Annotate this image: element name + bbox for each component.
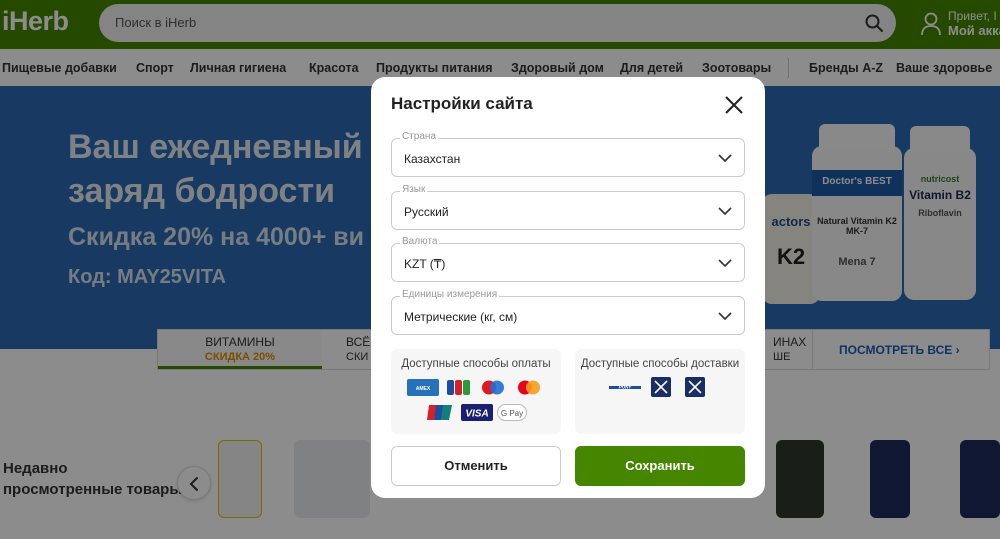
google-pay-icon: G Pay (497, 404, 527, 421)
units-value: Метрические (кг, см) (404, 310, 518, 324)
visa-icon: VISA (461, 404, 493, 421)
currency-select[interactable]: Валюта KZT (₸) (391, 236, 745, 282)
emex-icon (685, 377, 705, 397)
chevron-down-icon (718, 259, 732, 268)
pony-express-icon: PONY (609, 379, 641, 396)
cancel-button[interactable]: Отменить (391, 446, 561, 486)
delivery-methods-title: Доступные способы доставки (580, 358, 740, 370)
emex-icon (651, 377, 671, 397)
chevron-down-icon (718, 207, 732, 216)
chevron-down-icon (718, 154, 732, 163)
dialog-title: Настройки сайта (391, 94, 533, 113)
close-icon[interactable] (723, 94, 745, 116)
site-settings-dialog: Настройки сайта Страна Казахстан Язык Ру… (371, 77, 765, 498)
language-value: Русский (404, 205, 449, 219)
save-button[interactable]: Сохранить (575, 446, 745, 486)
svg-text:PONY: PONY (619, 385, 633, 390)
payment-methods-panel: Доступные способы оплаты AMEX VISA G Pay (391, 349, 561, 434)
units-select[interactable]: Единицы измерения Метрические (кг, см) (391, 289, 745, 335)
country-select[interactable]: Страна Казахстан (391, 131, 745, 177)
units-label: Единицы измерения (400, 289, 500, 300)
chevron-down-icon (718, 312, 732, 321)
country-label: Страна (400, 131, 439, 142)
amex-icon: AMEX (407, 379, 439, 396)
currency-value: KZT (₸) (404, 257, 446, 271)
delivery-methods-panel: Доступные способы доставки PONY (575, 349, 745, 434)
maestro-icon (479, 379, 507, 396)
country-value: Казахстан (404, 152, 461, 166)
svg-text:G Pay: G Pay (501, 409, 523, 418)
svg-text:AMEX: AMEX (416, 386, 431, 392)
svg-text:VISA: VISA (465, 409, 488, 420)
mastercard-icon (515, 379, 543, 396)
unionpay-icon (427, 404, 453, 421)
payment-methods-title: Доступные способы оплаты (401, 358, 551, 370)
language-label: Язык (400, 184, 428, 195)
currency-label: Валюта (400, 236, 440, 247)
jcb-icon (447, 379, 471, 396)
language-select[interactable]: Язык Русский (391, 184, 745, 230)
